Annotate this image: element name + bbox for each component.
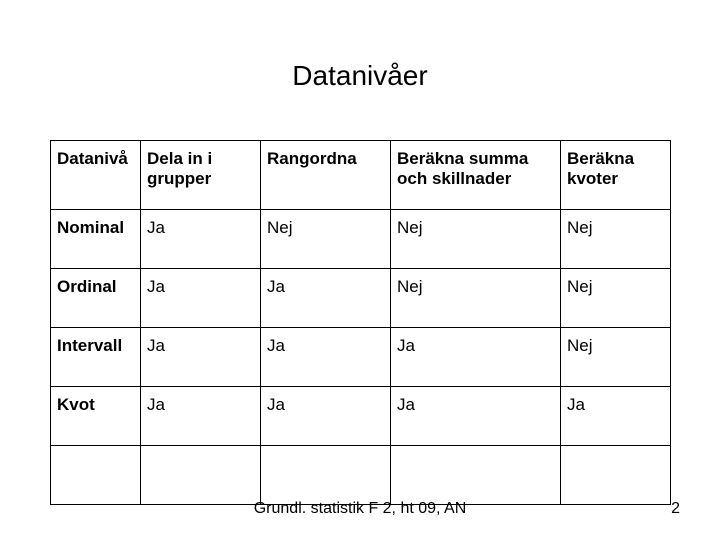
table-row: Kvot Ja Ja Ja Ja [51,387,671,446]
footer-credit: Grundl. statistik F 2, ht 09, AN [0,500,720,518]
row-header: Kvot [51,387,141,446]
col-header-group: Dela in i grupper [141,141,261,210]
cell [141,446,261,505]
col-header-sumdiff: Beräkna summa och skillnader [391,141,561,210]
cell: Ja [141,387,261,446]
footer-page-number: 2 [671,500,680,518]
row-header [51,446,141,505]
cell: Ja [141,328,261,387]
table-row [51,446,671,505]
cell: Ja [141,269,261,328]
cell: Nej [561,269,671,328]
cell: Nej [261,210,391,269]
col-header-quot: Beräkna kvoter [561,141,671,210]
cell [261,446,391,505]
col-header-rank: Rangordna [261,141,391,210]
col-header-level: Datanivå [51,141,141,210]
cell: Ja [261,269,391,328]
cell: Ja [391,387,561,446]
table-row: Ordinal Ja Ja Nej Nej [51,269,671,328]
table-header-row: Datanivå Dela in i grupper Rangordna Ber… [51,141,671,210]
slide-title: Datanivåer [0,60,720,92]
cell: Nej [561,210,671,269]
cell: Ja [261,328,391,387]
cell: Ja [261,387,391,446]
table-row: Nominal Ja Nej Nej Nej [51,210,671,269]
cell: Ja [391,328,561,387]
slide: Datanivåer Datanivå Dela in i grupper Ra… [0,0,720,540]
cell: Nej [561,328,671,387]
table-row: Intervall Ja Ja Ja Nej [51,328,671,387]
cell [391,446,561,505]
cell: Nej [391,210,561,269]
cell: Ja [561,387,671,446]
cell: Nej [391,269,561,328]
row-header: Intervall [51,328,141,387]
row-header: Nominal [51,210,141,269]
cell [561,446,671,505]
cell: Ja [141,210,261,269]
row-header: Ordinal [51,269,141,328]
datalevels-table: Datanivå Dela in i grupper Rangordna Ber… [50,140,671,505]
